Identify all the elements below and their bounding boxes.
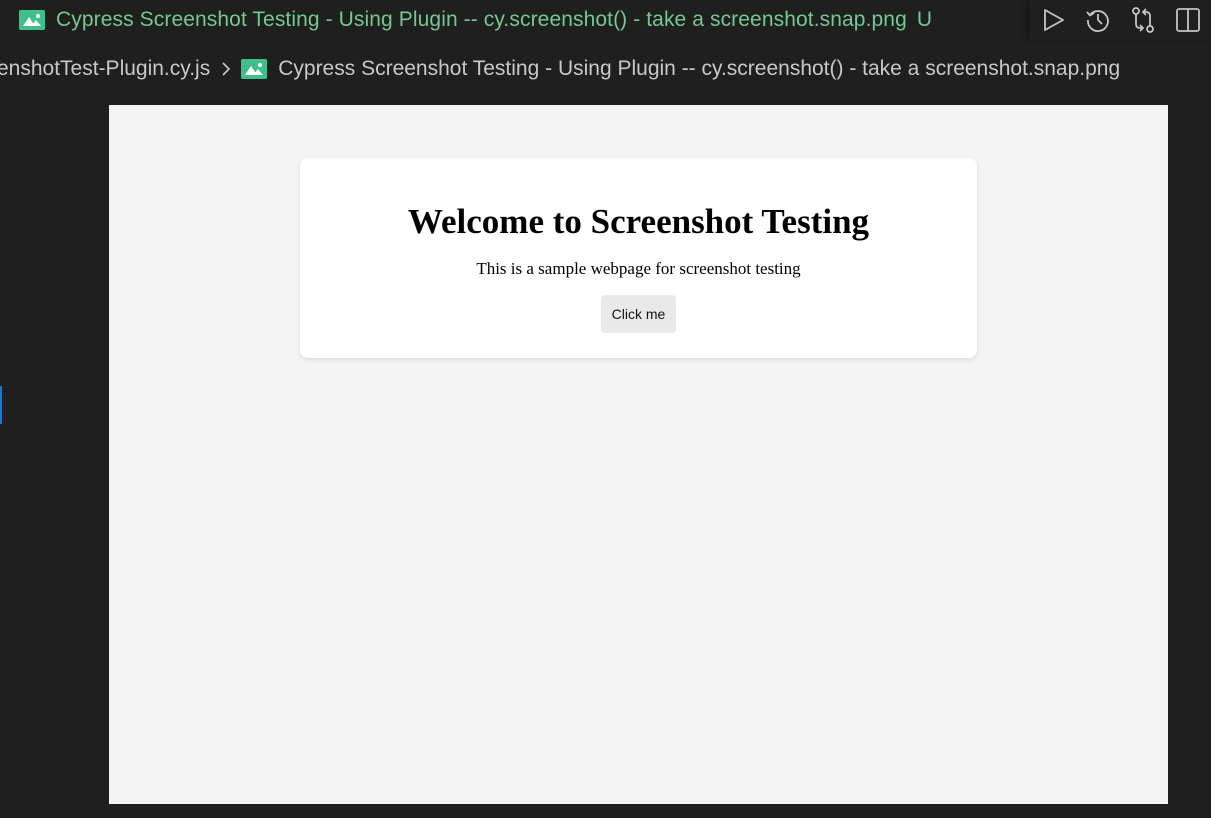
click-me-button[interactable]: Click me: [600, 295, 677, 333]
breadcrumb: enshotTest-Plugin.cy.js Cypress Screensh…: [0, 48, 1211, 90]
play-icon: [1043, 9, 1064, 31]
breadcrumb-item-snapshot-file[interactable]: Cypress Screenshot Testing - Using Plugi…: [278, 57, 1120, 81]
history-icon: [1086, 10, 1109, 32]
open-changes-button[interactable]: [1127, 4, 1159, 36]
split-editor-icon: [1176, 8, 1201, 32]
chevron-right-icon: [220, 60, 232, 78]
compare-changes-icon: [1132, 7, 1155, 33]
editor-tab-bar: Cypress Screenshot Testing - Using Plugi…: [0, 0, 1211, 40]
image-file-icon: [241, 59, 268, 79]
editor-actions: [1030, 0, 1211, 40]
preview-card: Welcome to Screenshot Testing This is a …: [300, 158, 977, 358]
split-editor-button[interactable]: [1172, 4, 1204, 36]
editor-tab-active[interactable]: Cypress Screenshot Testing - Using Plugi…: [0, 0, 1040, 40]
run-button[interactable]: [1037, 4, 1069, 36]
image-preview: Welcome to Screenshot Testing This is a …: [109, 105, 1168, 804]
git-status-badge: U: [916, 8, 933, 31]
tab-title: Cypress Screenshot Testing - Using Plugi…: [56, 8, 907, 31]
image-file-icon: [19, 10, 45, 30]
timeline-button[interactable]: [1082, 4, 1114, 36]
breadcrumb-item-spec-file[interactable]: enshotTest-Plugin.cy.js: [0, 57, 210, 81]
sash-indicator[interactable]: [0, 386, 2, 424]
preview-paragraph: This is a sample webpage for screenshot …: [476, 259, 801, 278]
preview-heading: Welcome to Screenshot Testing: [407, 202, 870, 241]
